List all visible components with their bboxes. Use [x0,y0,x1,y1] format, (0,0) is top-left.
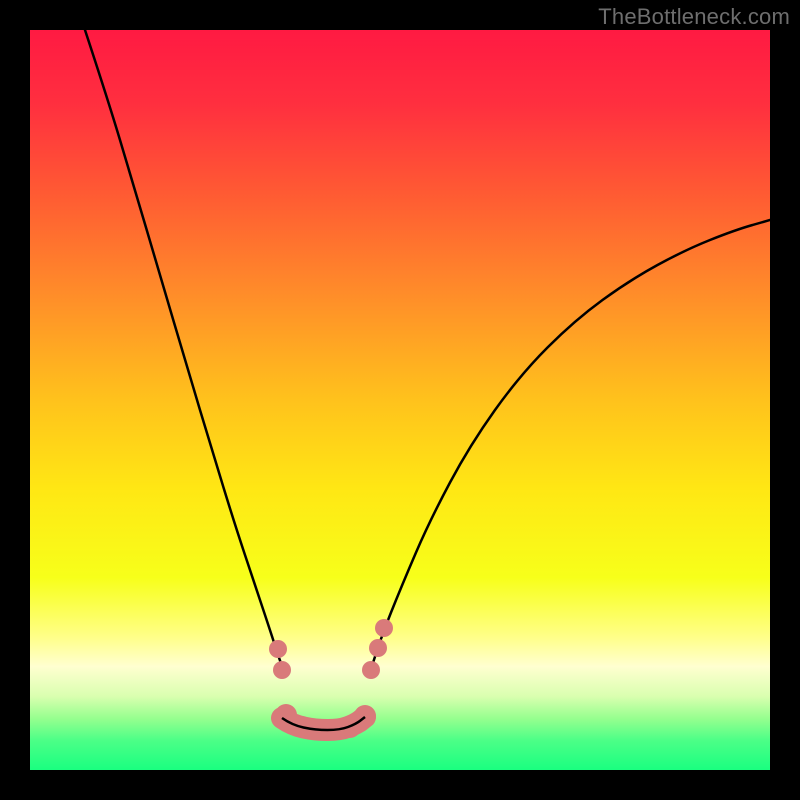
watermark-text: TheBottleneck.com [598,4,790,30]
data-marker [269,640,287,658]
marker-group [269,619,393,741]
data-marker [375,619,393,637]
data-marker [273,661,291,679]
series-left-curve [85,30,282,666]
outer-frame: TheBottleneck.com [0,0,800,800]
data-marker [362,661,380,679]
plot-area [30,30,770,770]
chart-svg [30,30,770,770]
data-marker [369,639,387,657]
curve-group [85,30,770,730]
series-right-curve [372,220,770,666]
